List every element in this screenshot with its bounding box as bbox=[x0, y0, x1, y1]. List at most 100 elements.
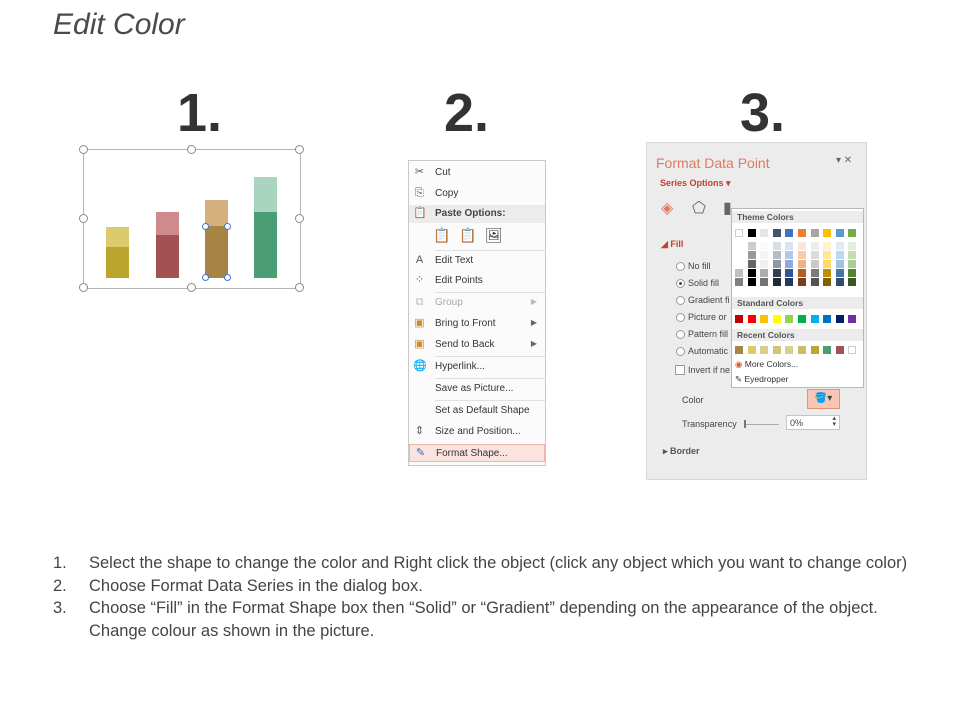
theme-color-shade-swatch[interactable] bbox=[785, 278, 794, 286]
resize-handle[interactable] bbox=[79, 283, 88, 292]
standard-color-swatch[interactable] bbox=[735, 315, 743, 323]
theme-color-shade-swatch[interactable] bbox=[835, 269, 844, 277]
theme-color-shade-swatch[interactable] bbox=[848, 260, 857, 268]
recent-color-swatch[interactable] bbox=[848, 346, 857, 354]
paste-picture-icon[interactable]: 🖼 bbox=[485, 227, 503, 245]
theme-color-shade-swatch[interactable] bbox=[823, 269, 832, 277]
theme-color-shade-swatch[interactable] bbox=[798, 260, 806, 268]
menu-item-format-shape[interactable]: ✎ Format Shape... bbox=[409, 444, 545, 462]
theme-color-shade-swatch[interactable] bbox=[835, 278, 844, 286]
radio-picture-fill[interactable] bbox=[676, 313, 685, 322]
selection-handle[interactable] bbox=[224, 274, 231, 281]
theme-color-shade-swatch[interactable] bbox=[735, 260, 743, 268]
theme-color-shade-swatch[interactable] bbox=[735, 251, 743, 259]
theme-color-swatch[interactable] bbox=[810, 229, 819, 237]
standard-color-swatch[interactable] bbox=[810, 315, 819, 323]
standard-color-swatch[interactable] bbox=[823, 315, 832, 323]
theme-color-shade-swatch[interactable] bbox=[798, 251, 806, 259]
theme-color-shade-swatch[interactable] bbox=[848, 242, 857, 250]
transparency-slider-thumb[interactable] bbox=[744, 420, 746, 428]
chart-selection-frame[interactable] bbox=[79, 145, 304, 292]
theme-color-shade-swatch[interactable] bbox=[798, 242, 806, 250]
theme-color-shade-swatch[interactable] bbox=[747, 242, 756, 250]
chart-bar[interactable] bbox=[106, 247, 129, 278]
theme-color-shade-swatch[interactable] bbox=[760, 260, 769, 268]
theme-color-shade-swatch[interactable] bbox=[823, 260, 832, 268]
theme-color-swatch[interactable] bbox=[835, 229, 844, 237]
theme-color-swatch[interactable] bbox=[823, 229, 832, 237]
theme-color-shade-swatch[interactable] bbox=[772, 269, 781, 277]
theme-color-shade-swatch[interactable] bbox=[810, 278, 819, 286]
theme-color-shade-swatch[interactable] bbox=[747, 251, 756, 259]
paste-destination-icon[interactable]: 📋 bbox=[459, 227, 477, 245]
theme-color-shade-swatch[interactable] bbox=[848, 269, 857, 277]
theme-color-shade-swatch[interactable] bbox=[835, 242, 844, 250]
selection-handle[interactable] bbox=[224, 223, 231, 230]
resize-handle[interactable] bbox=[295, 145, 304, 154]
resize-handle[interactable] bbox=[295, 283, 304, 292]
standard-color-swatch[interactable] bbox=[772, 315, 781, 323]
resize-handle[interactable] bbox=[187, 145, 196, 154]
recent-color-swatch[interactable] bbox=[785, 346, 794, 354]
menu-item-size-and-position[interactable]: ⇕ Size and Position... bbox=[409, 423, 545, 441]
radio-automatic[interactable] bbox=[676, 347, 685, 356]
recent-color-swatch[interactable] bbox=[735, 346, 743, 354]
menu-item-edit-text[interactable]: A Edit Text bbox=[409, 252, 545, 270]
chart-bar-top[interactable] bbox=[205, 200, 228, 226]
standard-color-swatch[interactable] bbox=[785, 315, 794, 323]
resize-handle[interactable] bbox=[187, 283, 196, 292]
chart-bar-selected[interactable] bbox=[205, 226, 228, 278]
effects-tab-icon[interactable]: ⬠ bbox=[692, 198, 706, 218]
theme-color-shade-swatch[interactable] bbox=[760, 251, 769, 259]
theme-color-swatch[interactable] bbox=[785, 229, 794, 237]
menu-item-bring-to-front[interactable]: ▣ Bring to Front ▶ bbox=[409, 315, 545, 333]
theme-color-swatch[interactable] bbox=[798, 229, 806, 237]
theme-color-shade-swatch[interactable] bbox=[798, 278, 806, 286]
theme-color-shade-swatch[interactable] bbox=[810, 269, 819, 277]
theme-color-shade-swatch[interactable] bbox=[760, 278, 769, 286]
theme-color-shade-swatch[interactable] bbox=[810, 251, 819, 259]
theme-color-shade-swatch[interactable] bbox=[798, 269, 806, 277]
invert-checkbox[interactable] bbox=[675, 365, 685, 375]
menu-item-cut[interactable]: ✂ Cut bbox=[409, 164, 545, 182]
resize-handle[interactable] bbox=[79, 214, 88, 223]
selection-handle[interactable] bbox=[202, 223, 209, 230]
color-dropdown-button[interactable]: 🪣▾ bbox=[807, 389, 840, 409]
transparency-slider[interactable] bbox=[744, 424, 779, 425]
theme-color-shade-swatch[interactable] bbox=[760, 242, 769, 250]
series-options-dropdown[interactable]: Series Options ▾ bbox=[660, 178, 731, 189]
theme-color-shade-swatch[interactable] bbox=[747, 260, 756, 268]
theme-color-shade-swatch[interactable] bbox=[772, 278, 781, 286]
menu-item-edit-points[interactable]: ⁘ Edit Points bbox=[409, 272, 545, 290]
transparency-input[interactable]: 0% ▴ ▾ bbox=[786, 415, 840, 430]
recent-color-swatch[interactable] bbox=[798, 346, 806, 354]
fill-line-tab-icon[interactable]: ◈ bbox=[661, 198, 673, 218]
standard-color-swatch[interactable] bbox=[798, 315, 806, 323]
theme-color-shade-swatch[interactable] bbox=[772, 242, 781, 250]
radio-gradient-fill[interactable] bbox=[676, 296, 685, 305]
recent-color-swatch[interactable] bbox=[835, 346, 844, 354]
radio-no-fill[interactable] bbox=[676, 262, 685, 271]
resize-handle[interactable] bbox=[295, 214, 304, 223]
theme-color-swatch[interactable] bbox=[760, 229, 769, 237]
standard-color-swatch[interactable] bbox=[835, 315, 844, 323]
recent-color-swatch[interactable] bbox=[823, 346, 832, 354]
theme-color-shade-swatch[interactable] bbox=[810, 260, 819, 268]
chart-bar[interactable] bbox=[254, 212, 277, 278]
recent-color-swatch[interactable] bbox=[747, 346, 756, 354]
theme-color-shade-swatch[interactable] bbox=[848, 278, 857, 286]
eyedropper-item[interactable]: ✎ Eyedropper bbox=[735, 374, 788, 385]
theme-color-shade-swatch[interactable] bbox=[823, 278, 832, 286]
recent-color-swatch[interactable] bbox=[810, 346, 819, 354]
fill-section-header[interactable]: ◢ Fill bbox=[661, 239, 683, 250]
standard-color-swatch[interactable] bbox=[747, 315, 756, 323]
menu-item-set-default-shape[interactable]: Set as Default Shape bbox=[409, 402, 545, 420]
chart-bar[interactable] bbox=[156, 235, 179, 278]
chart-bar-top[interactable] bbox=[106, 227, 129, 247]
paste-keep-source-icon[interactable]: 📋 bbox=[433, 227, 451, 245]
menu-item-save-as-picture[interactable]: Save as Picture... bbox=[409, 380, 545, 398]
chart-bar-top[interactable] bbox=[254, 177, 277, 212]
theme-color-shade-swatch[interactable] bbox=[835, 251, 844, 259]
menu-item-copy[interactable]: ⎘ Copy bbox=[409, 185, 545, 203]
radio-solid-fill[interactable] bbox=[676, 279, 685, 288]
